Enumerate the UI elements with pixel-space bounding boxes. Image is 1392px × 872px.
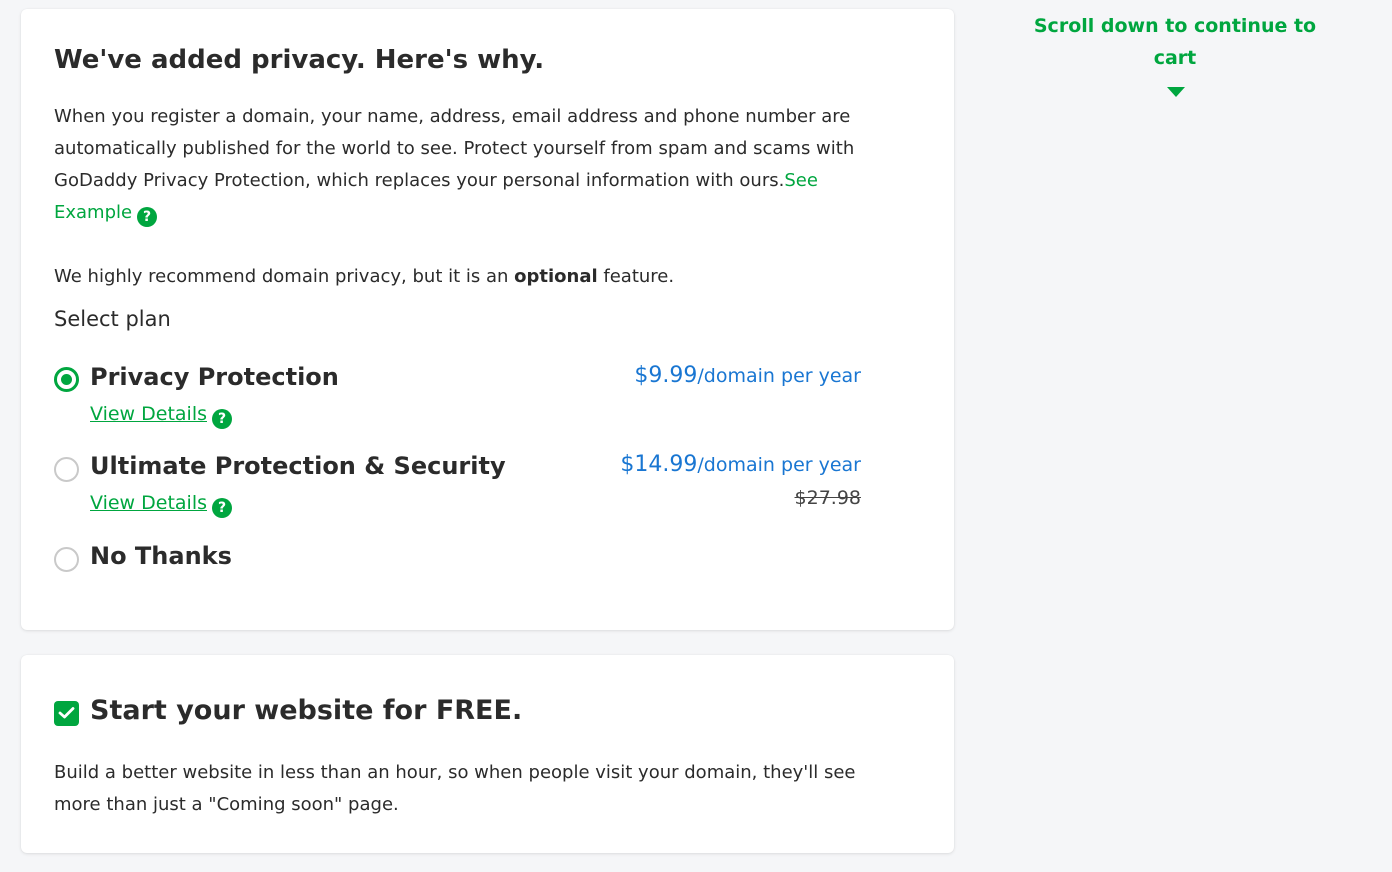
privacy-description: When you register a domain, your name, a… [54,101,894,229]
plan-price-privacy-protection: $9.99/domain per year [634,363,861,388]
triangle-down-icon [1167,87,1185,97]
privacy-protection-radio[interactable] [54,367,79,392]
price-amount: $9.99 [634,363,698,388]
no-thanks-radio[interactable] [54,547,79,572]
privacy-title: We've added privacy. Here's why. [54,45,545,75]
old-price-ultimate-protection: $27.98 [794,487,861,509]
price-period: /domain per year [697,365,861,387]
plan-name-ultimate-protection[interactable]: Ultimate Protection & Security [90,452,506,480]
view-details-label: View Details [90,403,207,425]
website-card: Start your website for FREE. Build a bet… [21,655,954,853]
plan-name-privacy-protection[interactable]: Privacy Protection [90,363,339,391]
help-icon[interactable]: ? [137,207,158,227]
scroll-hint[interactable]: Scroll down to continue to cart [1030,10,1320,74]
help-icon[interactable]: ? [212,498,232,518]
recommend-prefix: We highly recommend domain privacy, but … [54,266,515,287]
view-details-label: View Details [90,492,207,514]
website-title[interactable]: Start your website for FREE. [90,695,522,726]
help-icon[interactable]: ? [212,409,232,429]
privacy-description-text: When you register a domain, your name, a… [54,106,855,191]
recommend-suffix: feature. [597,266,675,287]
ultimate-protection-radio[interactable] [54,457,79,482]
view-details-link-ultimate-protection[interactable]: View Details? [90,492,232,518]
plan-name-no-thanks[interactable]: No Thanks [90,542,232,570]
select-plan-label: Select plan [54,307,171,331]
recommend-text: We highly recommend domain privacy, but … [54,261,894,293]
recommend-bold: optional [514,266,598,287]
checkmark-icon [58,707,75,719]
website-checkbox[interactable] [54,701,79,726]
privacy-card: We've added privacy. Here's why. When yo… [21,9,954,630]
plan-price-ultimate-protection: $14.99/domain per year [620,452,861,477]
view-details-link-privacy-protection[interactable]: View Details? [90,403,232,429]
price-amount: $14.99 [620,452,698,477]
price-period: /domain per year [697,454,861,476]
website-description: Build a better website in less than an h… [54,762,856,815]
